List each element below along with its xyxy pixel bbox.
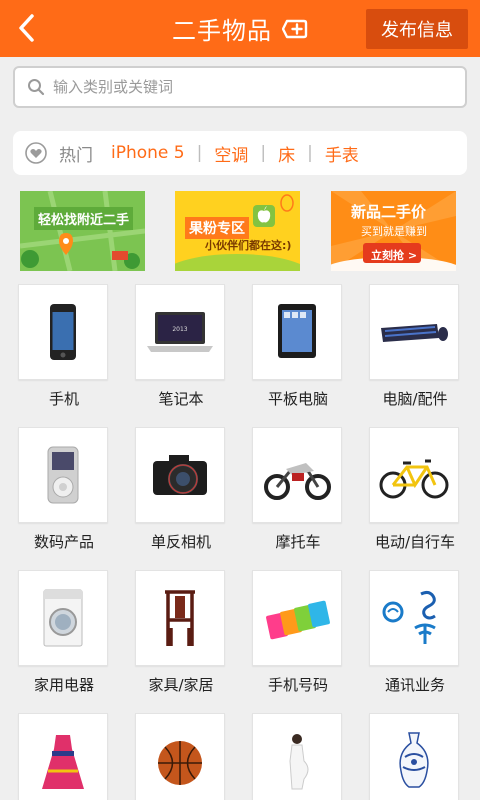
hot-tag-bed[interactable]: 床 [266, 141, 307, 166]
hot-tag-air-conditioner[interactable]: 空调 [202, 141, 260, 166]
category-sports[interactable] [135, 713, 227, 800]
category-card [369, 284, 459, 380]
maternity-icon [289, 734, 309, 790]
category-card: 2013 [135, 284, 225, 380]
category-card [252, 570, 342, 666]
category-label: 手机号码 [267, 676, 328, 694]
motorcycle-icon [264, 463, 331, 500]
hot-tags-bar: 热门 iPhone 5 | 空调 | 床 | 手表 [13, 131, 467, 175]
category-label: 电脑/配件 [382, 390, 448, 408]
category-label: 家具/家居 [148, 676, 214, 694]
banner-title: 轻松找附近二手 [34, 207, 134, 230]
banner-cta[interactable]: 立刻抢 > [371, 247, 417, 263]
banner-subtitle: 买到就是赚到 [361, 225, 427, 238]
keyboard-icon [381, 324, 448, 342]
banner-title: 新品二手价 [351, 203, 427, 221]
category-card [369, 713, 459, 800]
hot-tag-iphone5[interactable]: iPhone 5 [99, 143, 197, 163]
category-clothing[interactable] [18, 713, 110, 800]
search-bar[interactable] [13, 66, 467, 108]
top-bar: 二手物品 发布信息 [0, 0, 480, 57]
category-laptop[interactable]: 2013 笔记本 [135, 284, 227, 408]
sim-card-icon [266, 600, 330, 640]
category-card [252, 427, 342, 523]
category-label: 单反相机 [150, 533, 211, 551]
hot-tag-watch[interactable]: 手表 [313, 141, 371, 166]
page-title: 二手物品 [172, 17, 272, 45]
telecom-logo-icon [382, 590, 436, 644]
add-post-icon [282, 19, 308, 38]
heart-icon [25, 142, 47, 164]
category-maternity[interactable] [252, 713, 344, 800]
category-bicycle[interactable]: 电动/自行车 [369, 427, 461, 551]
category-home-appliances[interactable]: 家用电器 [18, 570, 110, 694]
category-phone[interactable]: 手机 [18, 284, 110, 408]
banner-nearby-secondhand[interactable]: 轻松找附近二手 [20, 191, 145, 271]
laptop-icon: 2013 [147, 312, 213, 352]
category-label: 通讯业务 [384, 676, 445, 694]
category-motorcycle[interactable]: 摩托车 [252, 427, 344, 551]
publish-button[interactable]: 发布信息 [366, 9, 468, 49]
category-card [18, 713, 108, 800]
category-card [369, 427, 459, 523]
mp3-player-icon [47, 446, 79, 504]
banner-title: 果粉专区 [185, 217, 249, 239]
banner-subtitle: 小伙伴们都在这:) [205, 239, 292, 252]
category-collectibles[interactable] [369, 713, 461, 800]
category-card [18, 284, 108, 380]
category-card [18, 427, 108, 523]
category-card [369, 570, 459, 666]
category-label: 数码产品 [33, 533, 94, 551]
category-dslr-camera[interactable]: 单反相机 [135, 427, 227, 551]
category-tablet[interactable]: 平板电脑 [252, 284, 344, 408]
category-label: 家用电器 [33, 676, 94, 694]
category-label: 手机 [48, 390, 79, 408]
category-card [135, 570, 225, 666]
dress-icon [42, 735, 84, 789]
category-card [135, 427, 225, 523]
svg-text:2013: 2013 [172, 326, 187, 333]
tablet-icon [278, 304, 316, 358]
category-card [252, 284, 342, 380]
category-card [135, 713, 225, 800]
camera-icon [153, 455, 207, 495]
category-card [18, 570, 108, 666]
category-label: 电动/自行车 [374, 533, 456, 551]
map-illustration-icon [20, 191, 145, 271]
basketball-icon [158, 741, 202, 785]
category-digital-products[interactable]: 数码产品 [18, 427, 110, 551]
category-computer-accessories[interactable]: 电脑/配件 [369, 284, 461, 408]
search-input[interactable] [53, 78, 433, 96]
vase-icon [399, 732, 429, 788]
washing-machine-icon [43, 589, 83, 647]
bicycle-icon [379, 459, 449, 499]
banner-new-secondhand-price[interactable]: 新品二手价 买到就是赚到 立刻抢 > [331, 191, 456, 271]
category-label: 平板电脑 [267, 390, 328, 408]
chair-icon [165, 590, 195, 646]
banner-apple-fans[interactable]: 果粉专区 小伙伴们都在这:) [175, 191, 300, 271]
hot-label: 热门 [59, 145, 93, 166]
promo-banners: 轻松找附近二手 果粉专区 小伙伴们都在这:) 新品二手价 买到就是赚到 立刻抢 … [20, 191, 460, 271]
category-telecom-services[interactable]: 通讯业务 [369, 570, 461, 694]
category-card [252, 713, 342, 800]
category-furniture[interactable]: 家具/家居 [135, 570, 227, 694]
category-phone-numbers[interactable]: 手机号码 [252, 570, 344, 694]
category-label: 摩托车 [275, 533, 321, 551]
category-label: 笔记本 [158, 390, 204, 408]
phone-icon [50, 304, 76, 360]
search-icon [28, 79, 45, 96]
